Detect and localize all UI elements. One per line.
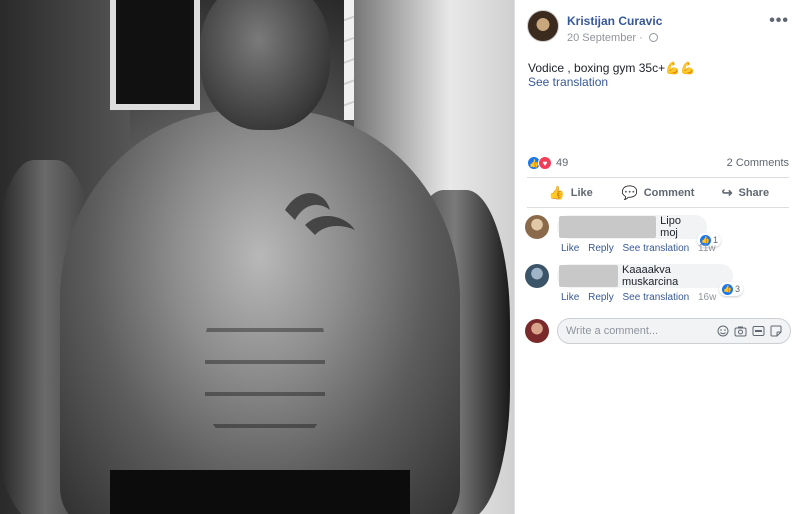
comment-item: Lipo moj 👍 1 Like Reply See translation … — [525, 215, 791, 259]
reactions-summary[interactable]: 👍 ♥ 49 2 Comments — [527, 156, 789, 172]
love-reaction-icon: ♥ — [538, 156, 552, 170]
comment-reaction-count: 3 — [735, 284, 741, 294]
dolphin-tattoo — [285, 193, 355, 235]
comment-timestamp[interactable]: 11w — [698, 243, 716, 254]
redacted-commenter-name — [559, 265, 618, 287]
thumbs-up-icon: 👍 — [548, 185, 565, 200]
post-date[interactable]: 20 September · — [567, 32, 658, 44]
flexed-biceps-emoji: 💪💪 — [665, 61, 695, 75]
photo-waistband — [110, 470, 410, 514]
see-translation-link[interactable]: See translation — [528, 75, 608, 89]
post-actions: 👍 Like 💬 Comment ↪ Share — [527, 180, 789, 206]
comment-timestamp[interactable]: 16w — [698, 292, 716, 303]
redacted-commenter-name — [559, 216, 657, 238]
comment-actions: Like Reply See translation 11w — [561, 243, 722, 254]
comment-bubble: Kaaaakva muskarcina — [557, 264, 733, 288]
divider — [527, 207, 789, 208]
globe-icon — [648, 33, 658, 42]
commenter-avatar[interactable] — [525, 264, 549, 288]
comment-text: Lipo moj — [660, 215, 681, 239]
gif-icon[interactable] — [752, 325, 765, 337]
divider — [527, 177, 789, 178]
comment-like-link[interactable]: Like — [561, 292, 579, 303]
post-header: Kristijan Curavic 20 September · ••• — [527, 10, 789, 50]
comment-like-link[interactable]: Like — [561, 243, 579, 254]
author-name[interactable]: Kristijan Curavic — [567, 14, 662, 28]
speech-bubble-icon: 💬 — [621, 185, 638, 200]
sticker-icon[interactable] — [770, 325, 782, 337]
comment-button[interactable]: 💬 Comment — [614, 180, 701, 206]
share-arrow-icon: ↪ — [721, 185, 733, 200]
post-sidebar: Kristijan Curavic 20 September · ••• Vod… — [514, 0, 800, 514]
post-photo[interactable] — [0, 0, 514, 514]
comment-actions: Like Reply See translation 16w — [561, 292, 722, 303]
comment-item: Kaaaakva muskarcina 👍 3 Like Reply See t… — [525, 264, 791, 308]
viewer-avatar — [525, 319, 549, 343]
comment-see-translation-link[interactable]: See translation — [623, 243, 690, 254]
camera-icon[interactable] — [734, 325, 747, 337]
post-text-body: Vodice , boxing gym 35c+ — [528, 61, 666, 75]
comment-input[interactable]: Write a comment... — [557, 318, 791, 344]
reaction-count[interactable]: 49 — [556, 157, 568, 169]
comment-see-translation-link[interactable]: See translation — [623, 292, 690, 303]
author-avatar[interactable] — [527, 10, 559, 42]
comment-bubble: Lipo moj — [557, 215, 707, 239]
comment-reaction-badge[interactable]: 👍 3 — [719, 282, 744, 296]
comment-button-label: Comment — [643, 187, 695, 199]
photo-abs — [205, 300, 325, 440]
comment-reply-link[interactable]: Reply — [588, 292, 614, 303]
commenter-avatar[interactable] — [525, 215, 549, 239]
like-button[interactable]: 👍 Like — [527, 180, 614, 206]
comment-count-link[interactable]: 2 Comments — [727, 157, 789, 169]
more-options-icon[interactable]: ••• — [769, 12, 789, 30]
comment-composer: Write a comment... — [525, 318, 791, 344]
share-button-label: Share — [738, 187, 770, 199]
comment-input-placeholder[interactable]: Write a comment... — [566, 325, 717, 337]
post-date-text[interactable]: 20 September — [567, 32, 636, 44]
like-reaction-icon: 👍 — [722, 283, 733, 295]
post-text: Vodice , boxing gym 35c+💪💪 — [528, 61, 695, 75]
photo-head — [200, 0, 330, 130]
comment-reply-link[interactable]: Reply — [588, 243, 614, 254]
photo-window — [110, 0, 200, 110]
emoji-icon[interactable] — [717, 325, 729, 337]
date-separator: · — [639, 32, 643, 44]
composer-icons — [717, 325, 782, 337]
share-button[interactable]: ↪ Share — [702, 180, 789, 206]
like-button-label: Like — [570, 187, 593, 199]
comment-text: Kaaaakva muskarcina — [622, 264, 679, 288]
